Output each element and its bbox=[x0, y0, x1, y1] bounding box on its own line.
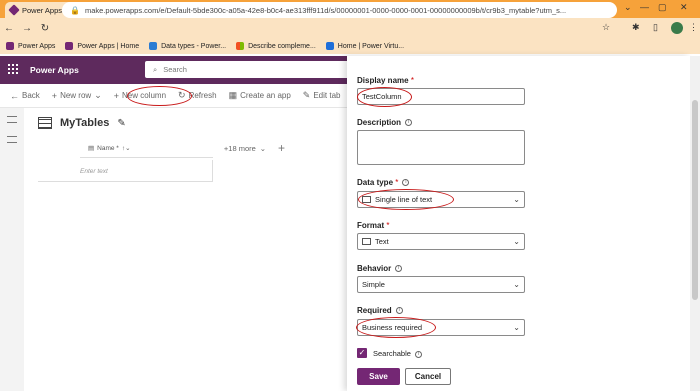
annotation-circle bbox=[357, 87, 412, 107]
info-icon: i bbox=[395, 307, 403, 315]
bookmark-item[interactable]: Home | Power Virtu... bbox=[325, 42, 404, 50]
new-column-panel bbox=[347, 56, 690, 391]
text-field-icon: ▤ bbox=[88, 145, 95, 152]
star-icon[interactable]: ☆ bbox=[602, 22, 610, 33]
edit-icon[interactable]: ✎ bbox=[117, 118, 125, 129]
plus-icon: + bbox=[51, 90, 58, 101]
extensions-icon[interactable]: ✱ bbox=[632, 22, 640, 33]
behavior-label: Behavior i bbox=[357, 264, 403, 273]
chevron-down-icon: ⌄ bbox=[513, 280, 520, 289]
searchable-checkbox[interactable]: ✓ bbox=[357, 348, 367, 358]
powerapps-favicon-icon bbox=[8, 4, 20, 16]
address-bar[interactable]: 🔒 make.powerapps.com/e/Default-5bde300c-… bbox=[62, 2, 617, 18]
description-input[interactable] bbox=[357, 130, 525, 165]
searchable-label: Searchable i bbox=[373, 349, 422, 358]
browser-toolbar: ← → ↻ bbox=[0, 18, 700, 38]
app-brand[interactable]: Power Apps bbox=[30, 65, 79, 75]
chevron-down-icon: ⌄ bbox=[513, 237, 520, 246]
close-window-icon[interactable]: ✕ bbox=[680, 2, 688, 13]
left-rail bbox=[0, 108, 24, 391]
sort-icon: ↑⌄ bbox=[121, 145, 131, 152]
minimize-icon[interactable]: — bbox=[640, 2, 649, 12]
panel-scrollbar-thumb[interactable] bbox=[692, 100, 698, 300]
bookmark-item[interactable]: Power Apps | Home bbox=[65, 42, 139, 50]
required-label: Required i bbox=[357, 306, 403, 315]
back-arrow-icon[interactable]: ← bbox=[0, 23, 18, 34]
annotation-circle bbox=[358, 189, 454, 210]
microsoft-logo-icon bbox=[236, 42, 245, 50]
edit-icon: ✎ bbox=[302, 90, 311, 100]
more-columns-button[interactable]: +18 more ⌄ bbox=[215, 139, 275, 158]
powerapps-icon bbox=[65, 42, 74, 50]
table-icon bbox=[38, 117, 52, 129]
edit-table-button[interactable]: ✎ Edit tab bbox=[303, 90, 341, 101]
chevron-down-icon: ⌄ bbox=[259, 144, 267, 153]
new-row-button[interactable]: + New row ⌄ bbox=[52, 90, 102, 101]
grid-icon: ▦ bbox=[228, 90, 238, 100]
add-column-button[interactable]: + bbox=[278, 141, 285, 155]
microsoft-icon bbox=[149, 42, 158, 50]
bookmark-item[interactable]: Power Apps bbox=[6, 42, 55, 50]
display-name-label: Display name * bbox=[357, 76, 414, 85]
address-bar-url: make.powerapps.com/e/Default-5bde300c-a0… bbox=[84, 5, 567, 15]
table-title: MyTables ✎ bbox=[38, 117, 126, 129]
form-icon[interactable] bbox=[7, 136, 17, 143]
profile-avatar[interactable] bbox=[671, 22, 683, 34]
text-field-icon bbox=[362, 238, 371, 245]
bookmarks-bar: Power Apps Power Apps | Home Data types … bbox=[0, 38, 700, 54]
menu-icon[interactable]: ⋮ bbox=[689, 22, 698, 33]
column-header-name[interactable]: ▤ Name * ↑⌄ bbox=[80, 139, 213, 158]
info-icon: i bbox=[402, 179, 410, 187]
plus-icon: + bbox=[113, 90, 119, 101]
annotation-circle bbox=[356, 317, 436, 338]
bookmark-item[interactable]: Describe compleme... bbox=[236, 42, 316, 50]
chevron-down-icon[interactable]: ⌄ bbox=[624, 2, 632, 13]
annotation-circle bbox=[127, 86, 192, 106]
waffle-menu-icon[interactable] bbox=[8, 64, 18, 74]
chevron-down-icon: ⌄ bbox=[513, 195, 520, 204]
reload-icon[interactable]: ↻ bbox=[36, 23, 54, 34]
search-icon: ⌕ bbox=[153, 64, 158, 74]
behavior-select[interactable]: Simple ⌄ bbox=[357, 276, 525, 293]
description-label: Description i bbox=[357, 118, 413, 127]
powerapps-icon bbox=[6, 42, 14, 50]
create-app-button[interactable]: ▦ Create an app bbox=[229, 90, 291, 101]
info-icon: i bbox=[395, 265, 403, 273]
data-type-label: Data type * i bbox=[357, 178, 410, 187]
cancel-button[interactable]: Cancel bbox=[405, 368, 451, 385]
format-select[interactable]: Text ⌄ bbox=[357, 233, 525, 250]
chevron-down-icon: ⌄ bbox=[94, 90, 102, 100]
back-arrow-icon: ← bbox=[10, 90, 19, 101]
back-button[interactable]: ← Back bbox=[10, 91, 40, 101]
format-label: Format * bbox=[357, 221, 390, 230]
forward-arrow-icon[interactable]: → bbox=[18, 23, 36, 34]
info-icon: i bbox=[414, 350, 422, 358]
sidebar-icon[interactable]: ▯ bbox=[653, 22, 658, 33]
table-title-text: MyTables bbox=[60, 117, 110, 129]
row-header-cell bbox=[38, 160, 80, 182]
info-icon: i bbox=[405, 119, 413, 127]
bookmark-item[interactable]: Data types - Power... bbox=[149, 42, 226, 50]
list-icon[interactable] bbox=[7, 116, 17, 123]
chevron-down-icon: ⌄ bbox=[513, 323, 520, 332]
maximize-icon[interactable]: ▢ bbox=[658, 2, 667, 13]
search-placeholder: Search bbox=[163, 65, 187, 74]
lock-icon: 🔒 bbox=[70, 5, 80, 15]
home-icon bbox=[325, 42, 334, 50]
enter-text-cell[interactable]: Enter text bbox=[80, 160, 213, 182]
search-box[interactable]: ⌕ Search bbox=[145, 61, 350, 78]
save-button[interactable]: Save bbox=[357, 368, 400, 385]
